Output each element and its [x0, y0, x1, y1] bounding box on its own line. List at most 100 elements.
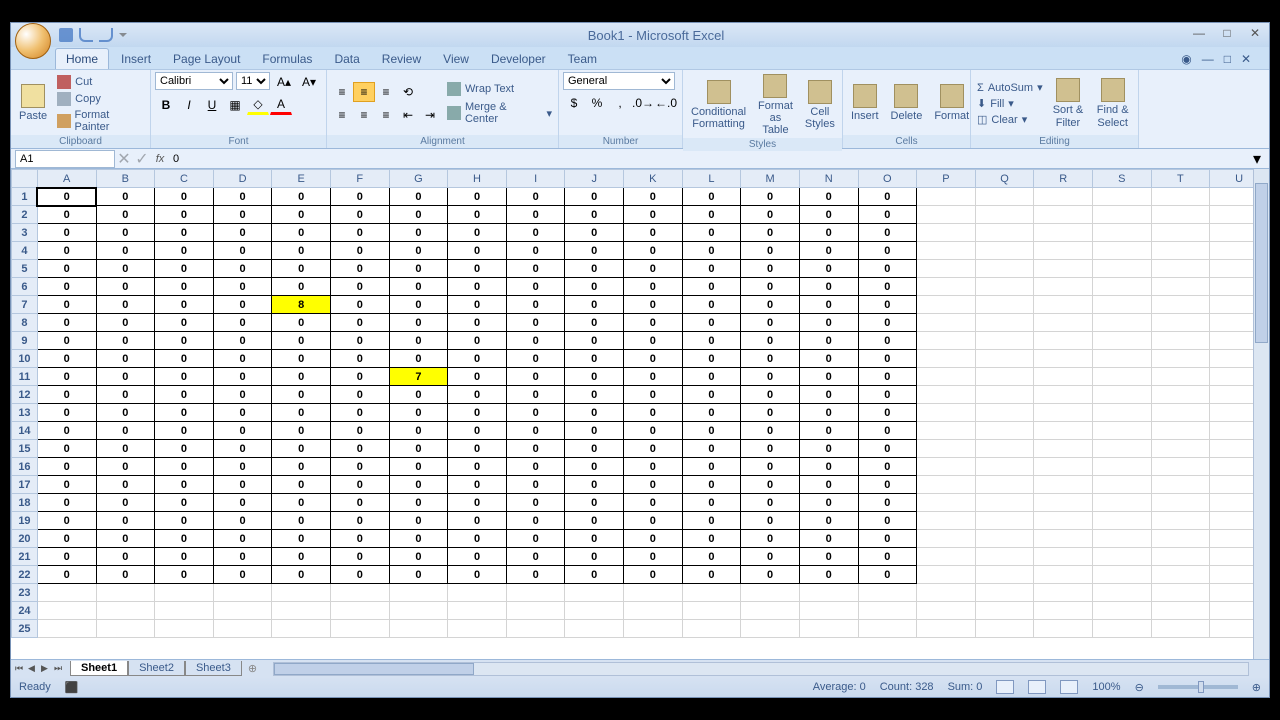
cell-L25[interactable]: [682, 620, 741, 638]
cell-A5[interactable]: 0: [37, 260, 96, 278]
cell-J13[interactable]: 0: [565, 404, 624, 422]
cell-K21[interactable]: 0: [624, 548, 683, 566]
cell-E16[interactable]: 0: [272, 458, 331, 476]
cell-O18[interactable]: 0: [858, 494, 917, 512]
cell-A14[interactable]: 0: [37, 422, 96, 440]
cell-H21[interactable]: 0: [448, 548, 507, 566]
cell-A19[interactable]: 0: [37, 512, 96, 530]
cell-M3[interactable]: 0: [741, 224, 800, 242]
close-workbook-icon[interactable]: ✕: [1241, 52, 1251, 66]
cell-N6[interactable]: 0: [799, 278, 858, 296]
cell-S20[interactable]: [1093, 530, 1152, 548]
cell-D6[interactable]: 0: [213, 278, 272, 296]
cell-K20[interactable]: 0: [624, 530, 683, 548]
cell-R17[interactable]: [1034, 476, 1093, 494]
cell-Q21[interactable]: [975, 548, 1034, 566]
cell-J17[interactable]: 0: [565, 476, 624, 494]
normal-view-button[interactable]: [996, 680, 1014, 694]
currency-button[interactable]: $: [563, 93, 585, 113]
cell-K5[interactable]: 0: [624, 260, 683, 278]
cell-S1[interactable]: [1093, 188, 1152, 206]
cell-K14[interactable]: 0: [624, 422, 683, 440]
cell-C21[interactable]: 0: [155, 548, 214, 566]
cell-D16[interactable]: 0: [213, 458, 272, 476]
orientation-button[interactable]: ⟲: [397, 82, 419, 102]
cell-P16[interactable]: [917, 458, 976, 476]
cell-P15[interactable]: [917, 440, 976, 458]
cell-J5[interactable]: 0: [565, 260, 624, 278]
cell-L8[interactable]: 0: [682, 314, 741, 332]
cell-G14[interactable]: 0: [389, 422, 448, 440]
cell-A3[interactable]: 0: [37, 224, 96, 242]
cell-M17[interactable]: 0: [741, 476, 800, 494]
cell-I13[interactable]: 0: [506, 404, 565, 422]
cell-C16[interactable]: 0: [155, 458, 214, 476]
cell-B24[interactable]: [96, 602, 155, 620]
wrap-text-button[interactable]: Wrap Text: [445, 81, 554, 97]
next-sheet-icon[interactable]: ▶: [41, 663, 53, 674]
cell-N8[interactable]: 0: [799, 314, 858, 332]
row-header-10[interactable]: 10: [12, 350, 38, 368]
align-bottom-button[interactable]: ≡: [375, 82, 397, 102]
ribbon-tab-team[interactable]: Team: [558, 49, 607, 69]
cell-I12[interactable]: 0: [506, 386, 565, 404]
cell-B23[interactable]: [96, 584, 155, 602]
align-top-button[interactable]: ≡: [331, 82, 353, 102]
cell-D8[interactable]: 0: [213, 314, 272, 332]
cell-Q14[interactable]: [975, 422, 1034, 440]
cell-A10[interactable]: 0: [37, 350, 96, 368]
cell-M15[interactable]: 0: [741, 440, 800, 458]
cell-E14[interactable]: 0: [272, 422, 331, 440]
cell-H3[interactable]: 0: [448, 224, 507, 242]
cell-L10[interactable]: 0: [682, 350, 741, 368]
comma-button[interactable]: ,: [609, 93, 631, 113]
cell-R2[interactable]: [1034, 206, 1093, 224]
paste-button[interactable]: Paste: [15, 82, 51, 124]
cell-I10[interactable]: 0: [506, 350, 565, 368]
cell-L15[interactable]: 0: [682, 440, 741, 458]
office-button[interactable]: [15, 23, 51, 59]
cell-A25[interactable]: [37, 620, 96, 638]
cell-I3[interactable]: 0: [506, 224, 565, 242]
col-header-R[interactable]: R: [1034, 170, 1093, 188]
cell-I7[interactable]: 0: [506, 296, 565, 314]
horizontal-scrollbar[interactable]: [273, 662, 1249, 676]
cell-B10[interactable]: 0: [96, 350, 155, 368]
conditional-formatting-button[interactable]: Conditional Formatting: [687, 78, 750, 132]
cell-G18[interactable]: 0: [389, 494, 448, 512]
cell-M12[interactable]: 0: [741, 386, 800, 404]
cell-F5[interactable]: 0: [330, 260, 389, 278]
cell-K22[interactable]: 0: [624, 566, 683, 584]
zoom-in-button[interactable]: ⊕: [1252, 681, 1261, 694]
cell-T18[interactable]: [1151, 494, 1210, 512]
cell-N17[interactable]: 0: [799, 476, 858, 494]
cell-J3[interactable]: 0: [565, 224, 624, 242]
col-header-P[interactable]: P: [917, 170, 976, 188]
cell-R18[interactable]: [1034, 494, 1093, 512]
cell-B13[interactable]: 0: [96, 404, 155, 422]
fill-button[interactable]: ⬇Fill ▾: [975, 96, 1045, 111]
last-sheet-icon[interactable]: ⏭: [54, 663, 66, 674]
cell-R12[interactable]: [1034, 386, 1093, 404]
cell-I4[interactable]: 0: [506, 242, 565, 260]
cell-B22[interactable]: 0: [96, 566, 155, 584]
cell-T10[interactable]: [1151, 350, 1210, 368]
minimize-ribbon-icon[interactable]: —: [1202, 52, 1214, 66]
expand-formula-icon[interactable]: ▾: [1253, 149, 1269, 169]
cell-R15[interactable]: [1034, 440, 1093, 458]
cell-N16[interactable]: 0: [799, 458, 858, 476]
borders-button[interactable]: ▦: [224, 95, 246, 115]
cell-N10[interactable]: 0: [799, 350, 858, 368]
cell-F25[interactable]: [330, 620, 389, 638]
cell-A4[interactable]: 0: [37, 242, 96, 260]
cell-M8[interactable]: 0: [741, 314, 800, 332]
cell-F7[interactable]: 0: [330, 296, 389, 314]
cell-F6[interactable]: 0: [330, 278, 389, 296]
cell-N14[interactable]: 0: [799, 422, 858, 440]
find-select-button[interactable]: Find & Select: [1091, 76, 1134, 130]
cell-J10[interactable]: 0: [565, 350, 624, 368]
qat-dropdown-icon[interactable]: [119, 33, 127, 37]
cell-C5[interactable]: 0: [155, 260, 214, 278]
cell-I22[interactable]: 0: [506, 566, 565, 584]
cell-A1[interactable]: 0: [37, 188, 96, 206]
